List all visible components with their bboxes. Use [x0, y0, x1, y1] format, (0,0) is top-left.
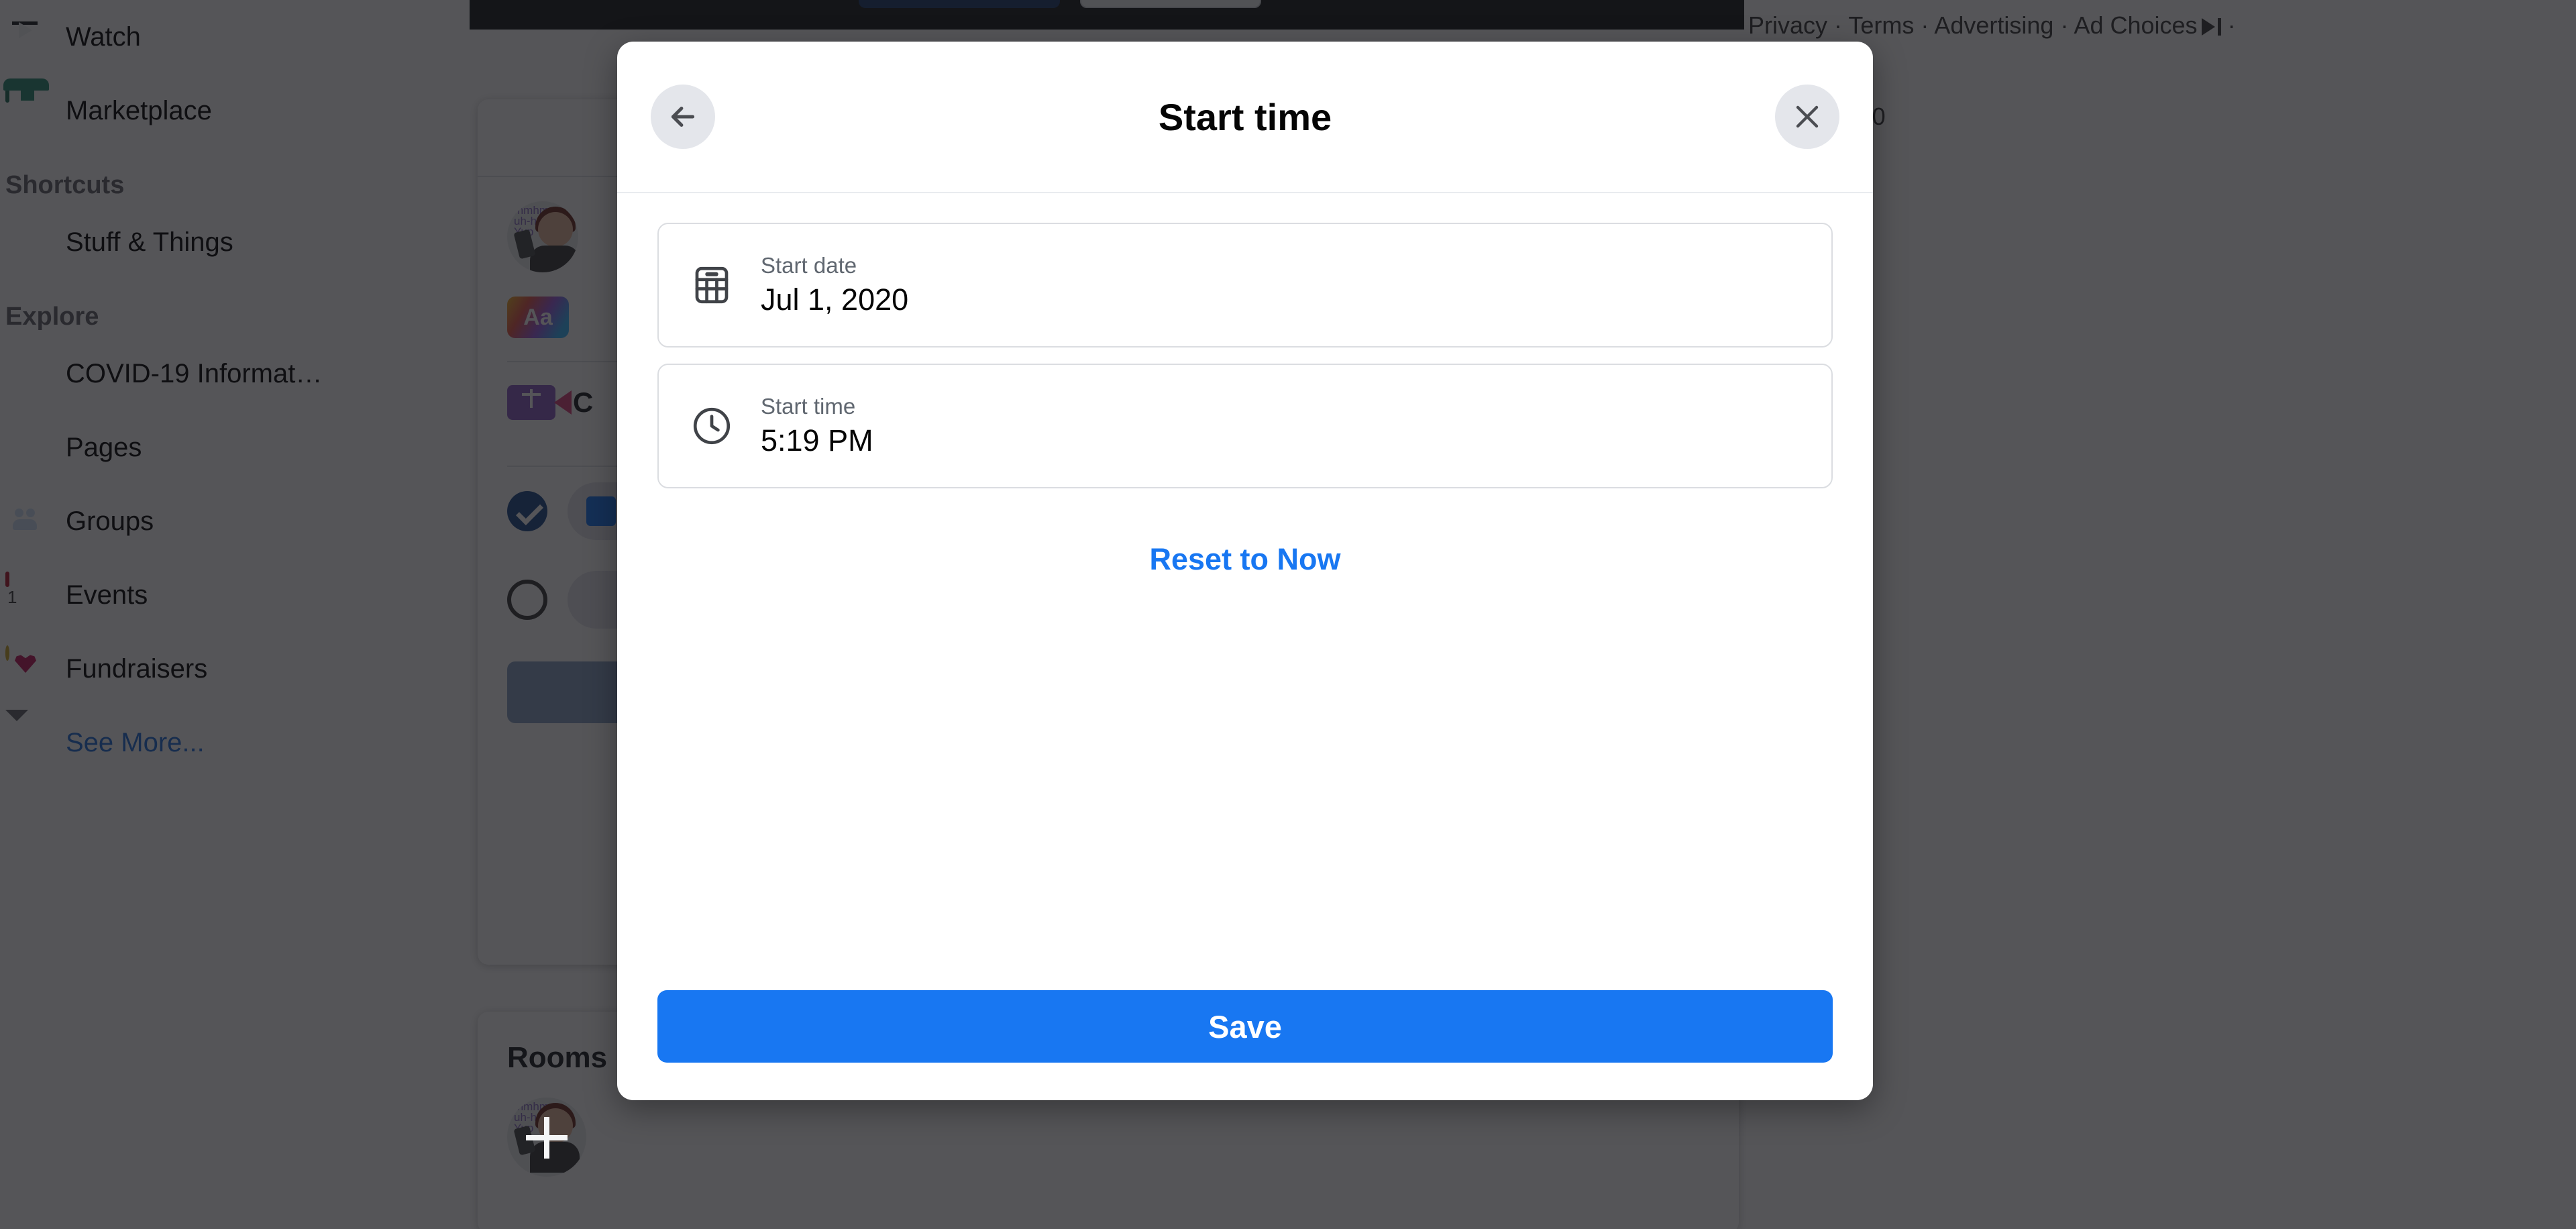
start-time-text: Start time 5:19 PM — [761, 394, 873, 458]
start-time-field[interactable]: Start time 5:19 PM — [657, 364, 1833, 488]
modal-footer: Save — [617, 990, 1873, 1100]
modal-title: Start time — [1158, 95, 1332, 138]
save-button[interactable]: Save — [657, 990, 1833, 1063]
start-time-value: 5:19 PM — [761, 423, 873, 458]
reset-to-now-button[interactable]: Reset to Now — [1149, 542, 1340, 577]
modal-body: Start date Jul 1, 2020 Start time 5:19 P… — [617, 193, 1873, 990]
back-button[interactable] — [651, 85, 715, 149]
arrow-left-icon — [671, 107, 695, 127]
start-time-label: Start time — [761, 394, 856, 419]
start-time-modal: Start time Start date Jul 1, 2020 Start … — [617, 42, 1873, 1100]
screen: OK Not Now Watch Marketplace Shortcuts S… — [0, 0, 2576, 1229]
close-button[interactable] — [1775, 85, 1839, 149]
start-date-label: Start date — [761, 253, 857, 278]
start-date-text: Start date Jul 1, 2020 — [761, 253, 909, 317]
reset-to-now-wrap: Reset to Now — [657, 542, 1833, 577]
start-date-value: Jul 1, 2020 — [761, 282, 909, 317]
start-date-field[interactable]: Start date Jul 1, 2020 — [657, 223, 1833, 348]
close-icon — [1796, 105, 1819, 128]
clock-icon — [690, 404, 734, 448]
modal-header: Start time — [617, 42, 1873, 193]
calendar-icon — [690, 263, 734, 307]
